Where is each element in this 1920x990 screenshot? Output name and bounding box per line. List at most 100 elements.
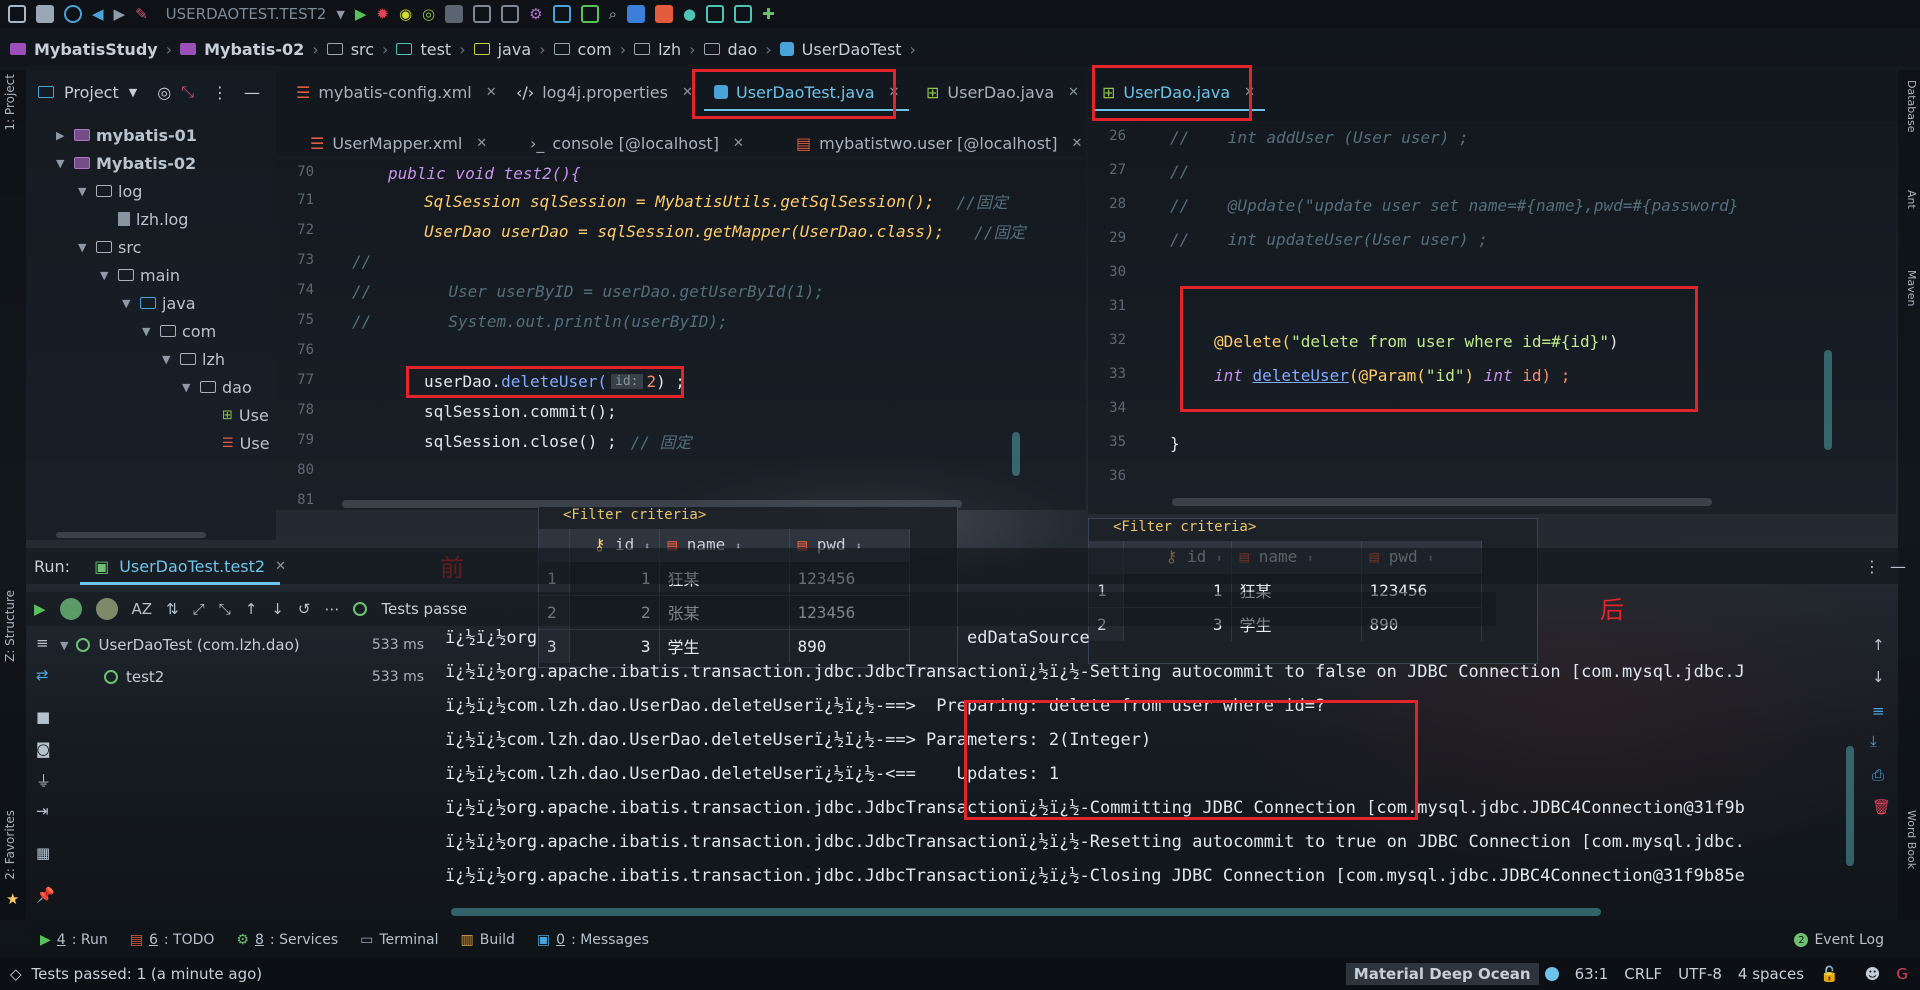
- close-icon[interactable]: ✕: [1068, 85, 1079, 100]
- tab-userdao-java-right[interactable]: ⊞ UserDao.java ✕: [1092, 73, 1266, 111]
- left-editor-vertical-scrollbar[interactable]: [1012, 432, 1020, 476]
- stop-icon[interactable]: [445, 5, 464, 23]
- chevron-down-icon[interactable]: ▼: [122, 297, 134, 310]
- tree-item-userdao[interactable]: ⊞ Use: [222, 401, 269, 429]
- sort-alphabetically-icon[interactable]: AZ: [132, 600, 153, 618]
- test-suite-row[interactable]: ▼ UserDaoTest (com.lzh.dao) 533 ms: [60, 630, 430, 660]
- back-arrow-icon[interactable]: ◀: [92, 5, 104, 23]
- console-vertical-scrollbar[interactable]: [1846, 746, 1854, 866]
- structure-icon[interactable]: [501, 5, 520, 23]
- tree-item-lzh-log[interactable]: lzh.log: [118, 205, 188, 233]
- more-icon[interactable]: ⋯: [324, 600, 339, 618]
- more-options-icon[interactable]: ⋮: [212, 83, 228, 102]
- structure-toolwindow-label[interactable]: Z: Structure: [3, 590, 17, 662]
- tab-log4j-properties[interactable]: ‹/› log4j.properties ✕: [506, 73, 703, 111]
- previous-test-icon[interactable]: ↑: [245, 600, 258, 618]
- breadcrumb-lzh[interactable]: lzh: [658, 40, 681, 59]
- breadcrumb-dao[interactable]: dao: [728, 40, 758, 59]
- tab-userdaotest-java[interactable]: UserDaoTest.java ✕: [704, 73, 910, 111]
- toolwindow-run[interactable]: ▶ 4: Run: [40, 932, 108, 948]
- close-icon[interactable]: ✕: [889, 85, 900, 100]
- chevron-down-icon[interactable]: ▼: [78, 185, 90, 198]
- chart-icon[interactable]: [734, 5, 753, 23]
- collapse-all-icon[interactable]: ⤡: [219, 600, 231, 618]
- breadcrumb-src[interactable]: src: [351, 40, 374, 59]
- search-icon[interactable]: ⌕: [609, 5, 617, 23]
- status-toggle-icon[interactable]: ◇: [10, 965, 22, 983]
- breadcrumb-java[interactable]: java: [498, 40, 532, 59]
- database-toolwindow-label[interactable]: Database: [1905, 80, 1918, 133]
- print-icon[interactable]: ⎙: [1872, 766, 1884, 784]
- console-output[interactable]: ï¿½ï¿½org edDataSource ï¿½ï¿½org.apache.…: [445, 628, 1855, 918]
- filter-criteria-input[interactable]: <Filter criteria>: [539, 507, 957, 529]
- run-tab-label[interactable]: UserDaoTest.test2: [119, 557, 265, 576]
- favorites-toolwindow-label[interactable]: 2: Favorites: [3, 810, 17, 880]
- lock-icon[interactable]: 🔓: [1820, 965, 1839, 983]
- tab-usermapper-xml[interactable]: ☰ UserMapper.xml ✕: [300, 124, 497, 162]
- chevron-down-icon[interactable]: ▼: [100, 269, 112, 282]
- settings-gear-icon[interactable]: ⚙: [529, 5, 542, 23]
- expand-all-icon[interactable]: ⤢: [193, 600, 205, 618]
- chevron-down-icon[interactable]: ▼: [182, 381, 194, 394]
- breadcrumb-com[interactable]: com: [578, 40, 612, 59]
- project-horizontal-scrollbar[interactable]: [56, 532, 206, 538]
- chevron-down-icon[interactable]: ▼: [129, 86, 137, 99]
- close-icon[interactable]: ✕: [682, 85, 693, 100]
- tree-item-log[interactable]: ▼ log: [78, 177, 142, 205]
- show-ignored-icon[interactable]: [95, 598, 118, 620]
- close-icon[interactable]: ✕: [1244, 85, 1255, 100]
- plugin-circle-icon[interactable]: ●: [683, 5, 696, 23]
- console-horizontal-scrollbar[interactable]: [451, 908, 1601, 916]
- clear-trash-icon[interactable]: 🗑: [1872, 798, 1891, 816]
- close-icon[interactable]: ✕: [486, 85, 497, 100]
- tree-item-usermapper[interactable]: ☰ Use: [222, 429, 270, 457]
- run-icon[interactable]: ▶: [355, 5, 367, 23]
- office-icon[interactable]: [654, 5, 673, 23]
- scroll-to-end-icon[interactable]: ⤓: [1870, 732, 1877, 750]
- indent-setting[interactable]: 4 spaces: [1738, 965, 1804, 983]
- tree-item-main[interactable]: ▼ main: [100, 261, 180, 289]
- tree-item-java[interactable]: ▼ java: [122, 289, 196, 317]
- camera-icon[interactable]: ◙: [36, 740, 51, 758]
- open-folder-icon[interactable]: [8, 5, 26, 23]
- breadcrumb-project[interactable]: MybatisStudy: [34, 40, 158, 59]
- ant-toolwindow-label[interactable]: Ant: [1905, 190, 1918, 209]
- toolwindow-services[interactable]: ⚙ 8: Services: [236, 932, 338, 948]
- close-icon[interactable]: ✕: [1071, 136, 1082, 151]
- project-toolwindow-label[interactable]: 1: Project: [3, 74, 17, 131]
- toolwindow-event-log[interactable]: 2 Event Log: [1794, 932, 1884, 948]
- profile-icon[interactable]: ◎: [422, 5, 435, 23]
- maven-toolwindow-label[interactable]: Maven: [1905, 270, 1918, 306]
- build-hammer-icon[interactable]: ✎: [135, 5, 148, 23]
- right-editor-vertical-scrollbar[interactable]: [1824, 350, 1832, 450]
- minimize-icon[interactable]: —: [244, 83, 260, 102]
- show-passed-icon[interactable]: [59, 598, 82, 620]
- exit-icon[interactable]: ⇥: [36, 802, 49, 820]
- stop-icon[interactable]: ■: [36, 708, 50, 726]
- translate-icon[interactable]: [626, 5, 645, 23]
- device-icon[interactable]: [473, 5, 492, 23]
- chevron-down-icon[interactable]: ▼: [162, 353, 174, 366]
- line-separator[interactable]: CRLF: [1624, 965, 1662, 983]
- more-options-icon[interactable]: ⋮: [1864, 557, 1880, 576]
- rerun-icon[interactable]: ▶: [34, 600, 46, 618]
- layout-icon[interactable]: ▦: [36, 844, 50, 862]
- tab-mybatistwo-user[interactable]: ▤ mybatistwo.user [@localhost] ✕: [786, 124, 1092, 162]
- toolwindow-build[interactable]: ▥ Build: [461, 932, 515, 948]
- toolwindow-todo[interactable]: ▤ 6: TODO: [130, 932, 215, 948]
- next-test-icon[interactable]: ↓: [271, 600, 284, 618]
- close-icon[interactable]: ✕: [476, 136, 487, 151]
- right-editor-horizontal-scrollbar[interactable]: [1172, 498, 1712, 506]
- tree-item-lzh[interactable]: ▼ lzh: [162, 345, 225, 373]
- scroll-down-icon[interactable]: ↓: [1872, 668, 1885, 686]
- terminal-icon[interactable]: [580, 5, 599, 23]
- theme-badge[interactable]: Material Deep Ocean: [1345, 963, 1539, 985]
- grid-icon[interactable]: [552, 5, 571, 23]
- coverage-icon[interactable]: ◉: [399, 5, 412, 23]
- sync-icon[interactable]: [64, 5, 82, 23]
- file-encoding[interactable]: UTF-8: [1678, 965, 1722, 983]
- star-icon[interactable]: ★: [6, 890, 19, 908]
- tree-item-mybatis-01[interactable]: ▶ mybatis-01: [56, 121, 197, 149]
- filter-criteria-input[interactable]: <Filter criteria>: [1089, 519, 1537, 541]
- tab-console-localhost[interactable]: ›_ console [@localhost] ✕: [520, 124, 754, 162]
